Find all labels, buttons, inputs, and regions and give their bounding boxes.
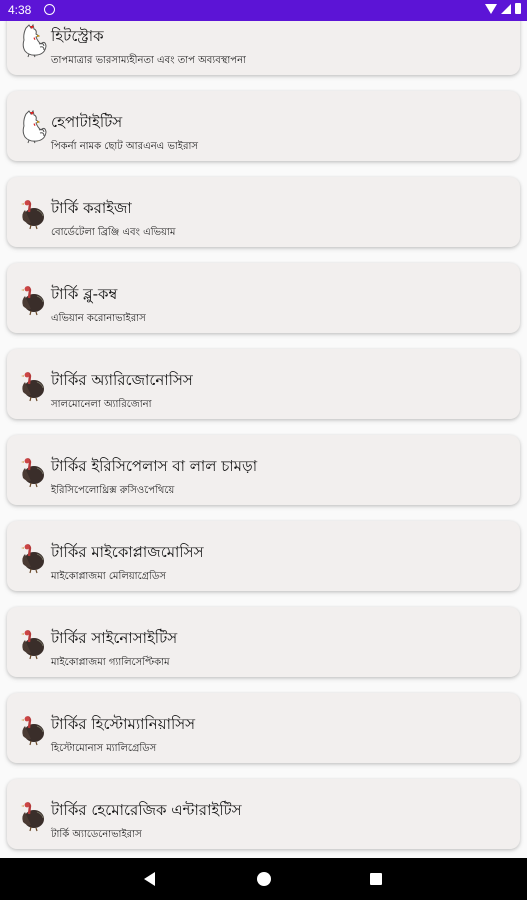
wifi-icon	[485, 3, 497, 14]
list-item-title: টার্কির সাইনোসাইটিস	[51, 629, 178, 647]
list-item[interactable]: টার্কির সাইনোসাইটিস মাইকোপ্লাজমা গ্যালিসে…	[7, 607, 520, 677]
status-icons	[485, 3, 521, 14]
list-item-subtitle: মাইকোপ্লাজমা মেলিয়াগ্রেডিস	[51, 571, 166, 582]
turkey-icon	[17, 540, 47, 574]
list-item-title: টার্কি করাইজা	[51, 199, 132, 217]
list-item-subtitle: ইরিসিপেলোথ্রিক্স রুসিওপেথিয়ে	[51, 485, 175, 496]
rooster-icon	[17, 109, 47, 144]
disease-list[interactable]: হিটস্ট্রোক তাপমাত্রার ভারসাম্যহীনতা এবং ত…	[0, 21, 527, 858]
list-item[interactable]: টার্কির অ্যারিজোনোসিস সালমোনেলা অ্যারিজোন…	[7, 349, 520, 419]
turkey-icon	[17, 282, 47, 316]
list-item-title: টার্কির হিস্টোম্যানিয়াসিস	[51, 715, 196, 733]
turkey-icon	[17, 454, 47, 488]
list-item-title: হেপাটাইটিস	[51, 113, 123, 131]
list-item-subtitle: পিকর্না নামক ছোট আরএনএ ভাইরাস	[51, 141, 199, 152]
list-item[interactable]: টার্কি ব্লু-কম্ব এভিয়ান করোনাভাইরাস	[7, 263, 520, 333]
list-item[interactable]: হিটস্ট্রোক তাপমাত্রার ভারসাম্যহীনতা এবং ত…	[7, 21, 520, 75]
list-item-subtitle: হিস্টোমোনাস ম্যালিগ্রেডিস	[51, 743, 157, 754]
notification-icon	[44, 4, 55, 15]
signal-icon	[501, 3, 511, 14]
list-item[interactable]: টার্কির হিস্টোম্যানিয়াসিস হিস্টোমোনাস ম্…	[7, 693, 520, 763]
recents-icon[interactable]	[370, 873, 382, 885]
list-item-subtitle: বোর্ডেটেলা ব্রিঞ্জি এবং এভিয়াম	[51, 227, 176, 238]
list-item-subtitle: সালমোনেলা অ্যারিজোনা	[51, 399, 152, 410]
list-item-subtitle: মাইকোপ্লাজমা গ্যালিসেপ্টিকাম	[51, 657, 170, 668]
navigation-bar	[0, 858, 527, 900]
battery-icon	[515, 3, 521, 14]
back-icon[interactable]	[144, 872, 155, 886]
list-item[interactable]: হেপাটাইটিস পিকর্না নামক ছোট আরএনএ ভাইরাস	[7, 91, 520, 161]
turkey-icon	[17, 712, 47, 746]
list-item[interactable]: টার্কির হেমোরেজিক এন্টারাইটিস টার্কি অ্যা…	[7, 779, 520, 849]
list-item-title: টার্কি ব্লু-কম্ব	[51, 285, 118, 303]
list-item-title: হিটস্ট্রোক	[51, 27, 104, 45]
list-item-title: টার্কির অ্যারিজোনোসিস	[51, 371, 193, 389]
home-icon[interactable]	[257, 872, 271, 886]
list-item-title: টার্কির ইরিসিপেলাস বা লাল চামড়া	[51, 457, 258, 475]
turkey-icon	[17, 798, 47, 832]
turkey-icon	[17, 368, 47, 402]
list-item[interactable]: টার্কির মাইকোপ্লাজমোসিস মাইকোপ্লাজমা মেলি…	[7, 521, 520, 591]
turkey-icon	[17, 196, 47, 230]
list-item-title: টার্কির হেমোরেজিক এন্টারাইটিস	[51, 801, 242, 819]
list-item-subtitle: টার্কি অ্যাডেনোভাইরাস	[51, 829, 142, 840]
rooster-icon	[17, 23, 47, 58]
turkey-icon	[17, 626, 47, 660]
list-item-subtitle: এভিয়ান করোনাভাইরাস	[51, 313, 146, 324]
status-time: 4:38	[8, 3, 32, 17]
list-item-title: টার্কির মাইকোপ্লাজমোসিস	[51, 543, 204, 561]
list-item-subtitle: তাপমাত্রার ভারসাম্যহীনতা এবং তাপ অব্যবস্…	[51, 55, 246, 66]
list-item[interactable]: টার্কির ইরিসিপেলাস বা লাল চামড়া ইরিসিপেল…	[7, 435, 520, 505]
list-item[interactable]: টার্কি করাইজা বোর্ডেটেলা ব্রিঞ্জি এবং এভি…	[7, 177, 520, 247]
status-bar: 4:38	[0, 0, 527, 21]
